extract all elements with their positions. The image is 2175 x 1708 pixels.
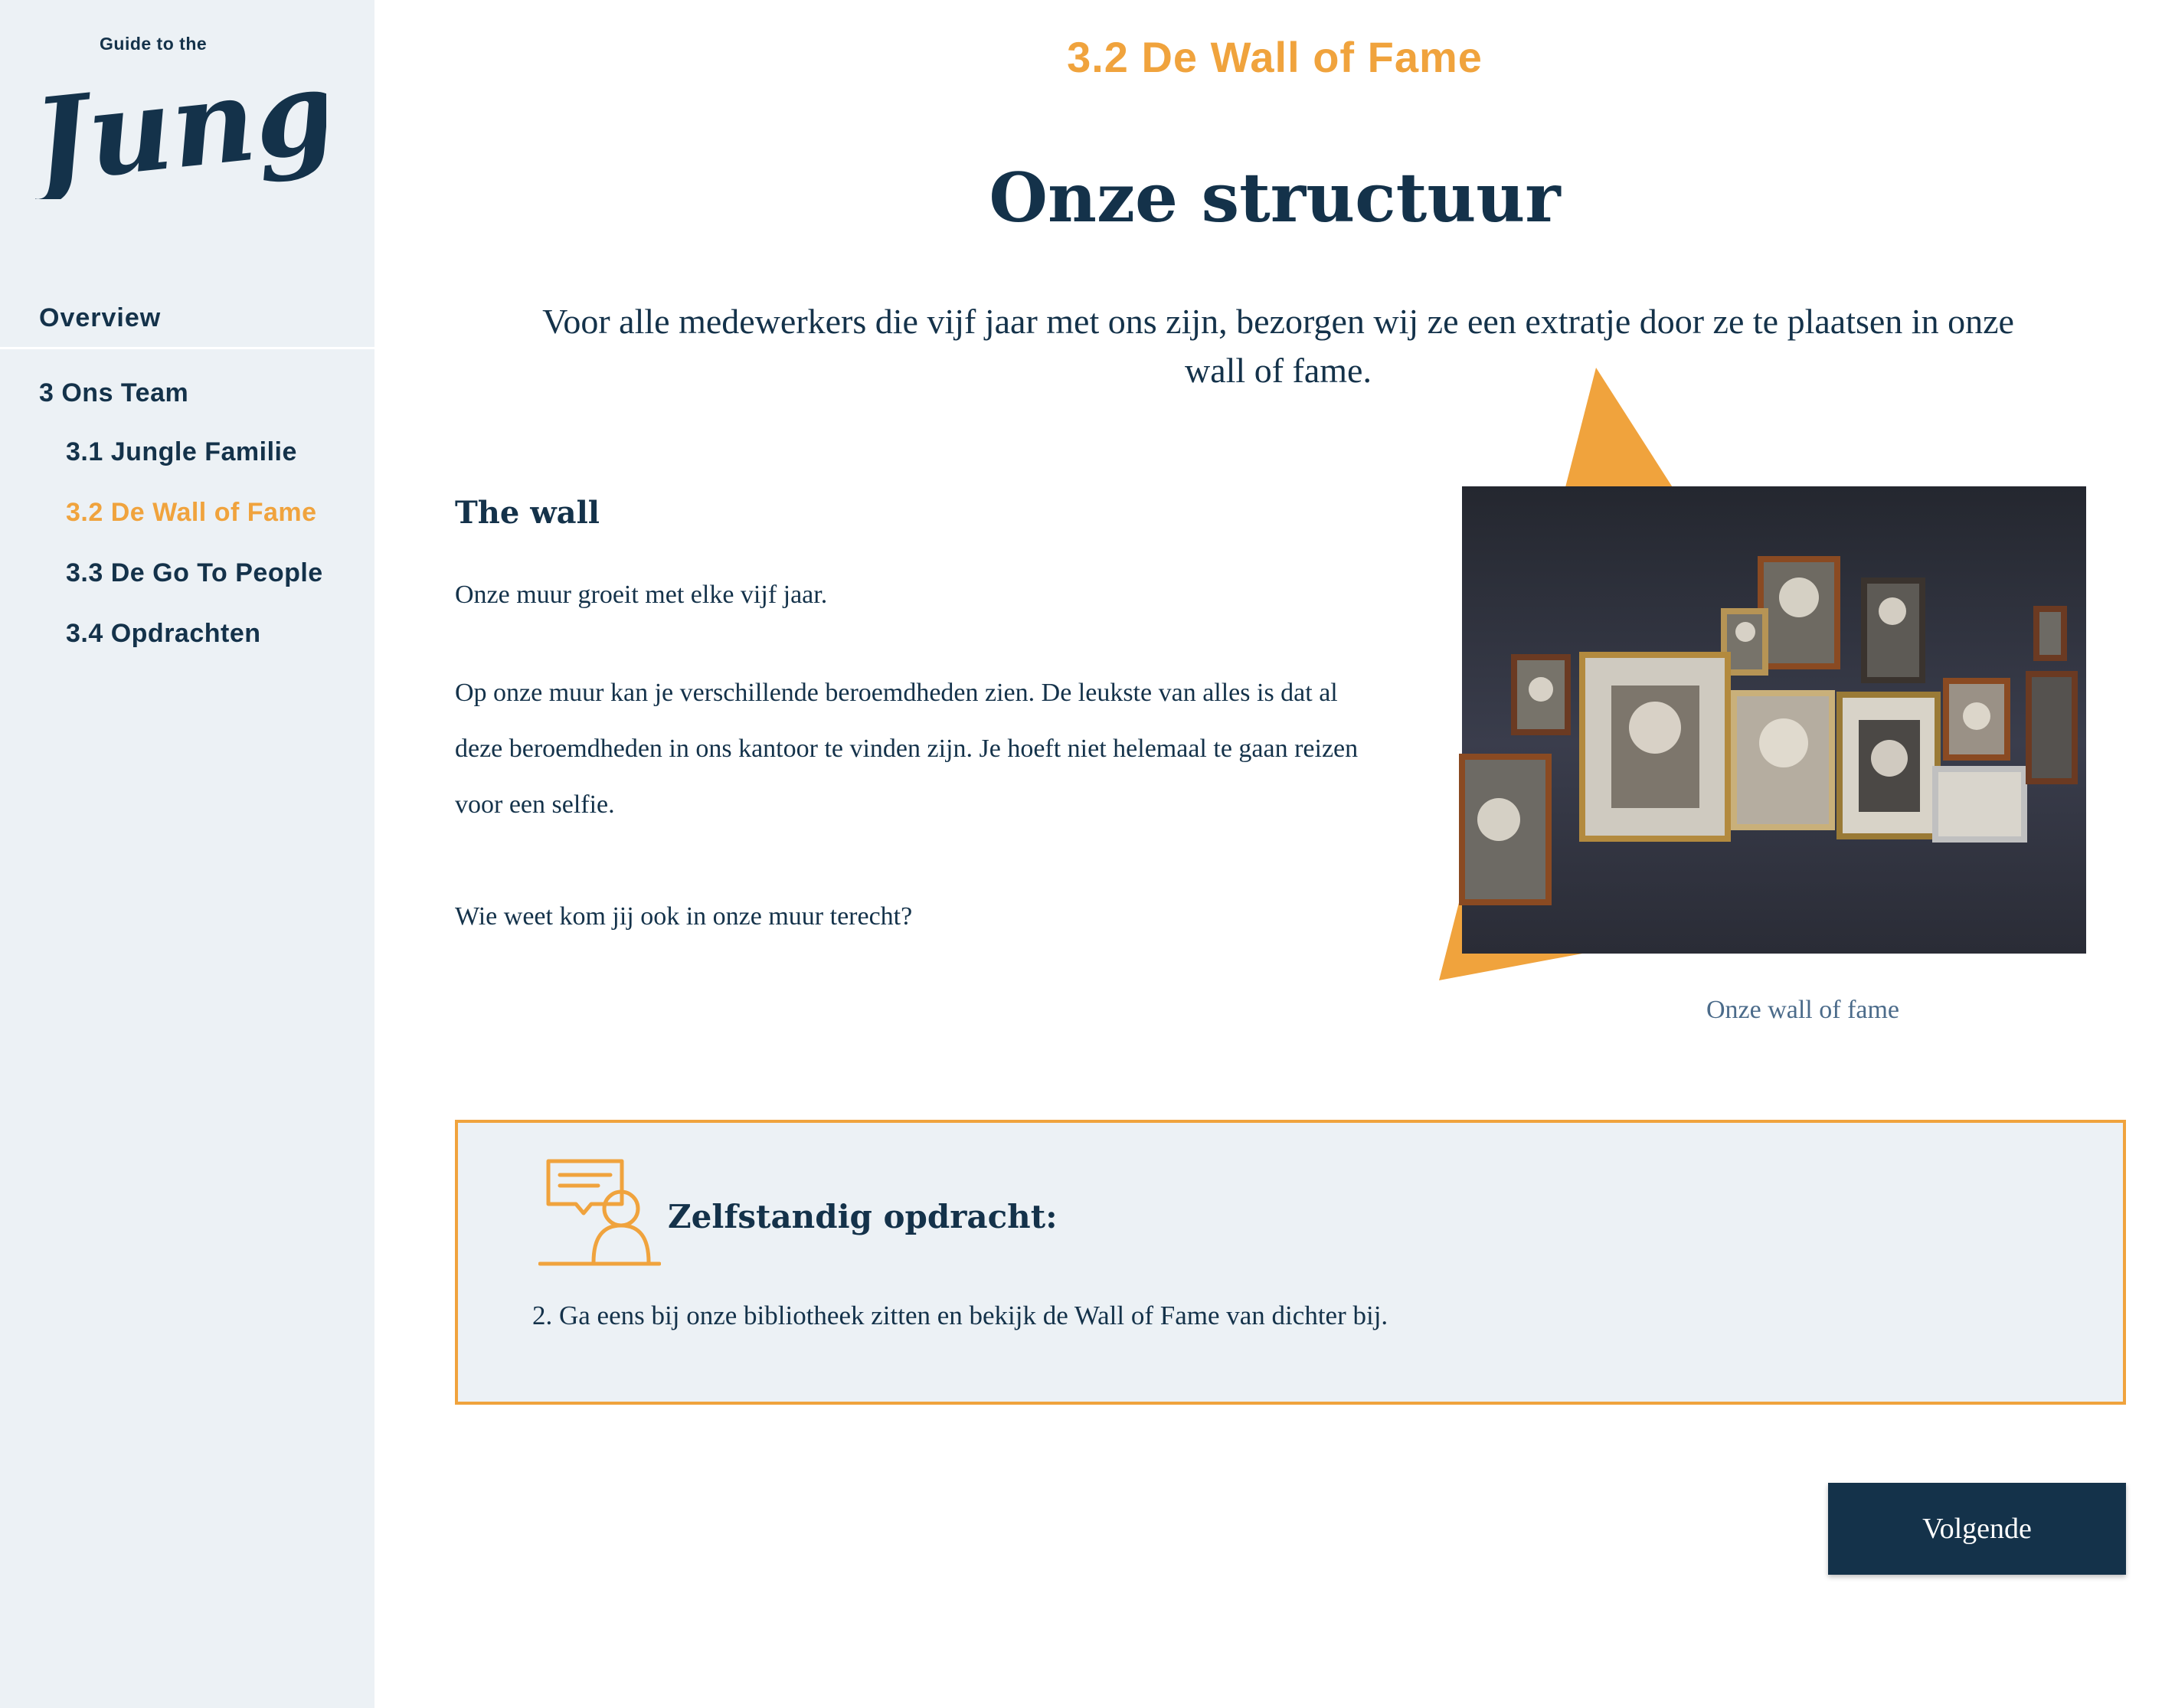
nav-item-jungle-familie[interactable]: 3.1 Jungle Familie	[0, 422, 374, 483]
person-chat-icon	[538, 1159, 661, 1266]
section-kicker: 3.2 De Wall of Fame	[1067, 33, 1483, 81]
sidebar-nav: Overview 3 Ons Team 3.1 Jungle Familie 3…	[0, 291, 374, 664]
main-content: 3.2 De Wall of Fame Onze structuur Voor …	[374, 0, 2175, 1708]
wall-of-fame-image	[1439, 368, 2086, 980]
assignment-box: Zelfstandig opdracht: 2. Ga eens bij onz…	[455, 1120, 2126, 1405]
nav-item-opdrachten[interactable]: 3.4 Opdrachten	[0, 604, 374, 664]
assignment-text: 2. Ga eens bij onze bibliotheek zitten e…	[532, 1301, 1388, 1330]
assignment-heading: Zelfstandig opdracht:	[668, 1198, 1058, 1235]
page-title: Onze structuur	[989, 158, 1561, 237]
nav-item-wall-of-fame[interactable]: 3.2 De Wall of Fame	[0, 483, 374, 543]
nav-section-ons-team[interactable]: 3 Ons Team	[0, 349, 374, 422]
wall-of-fame-figure: Onze wall of fame	[1439, 368, 2167, 1057]
logo-wordmark-image: Jungle	[35, 31, 326, 199]
nav-item-go-to-people[interactable]: 3.3 De Go To People	[0, 543, 374, 604]
section-heading: The wall	[455, 495, 600, 531]
paragraph-3: Wie weet kom jij ook in onze muur terech…	[455, 902, 913, 931]
next-button[interactable]: Volgende	[1828, 1483, 2126, 1575]
svg-text:Jungle: Jungle	[35, 31, 326, 199]
guide-to-the-jungle-logo[interactable]: Guide to the Jungle	[35, 31, 326, 199]
image-caption: Onze wall of fame	[1706, 996, 1900, 1024]
nav-overview[interactable]: Overview	[0, 291, 374, 349]
paragraph-1: Onze muur groeit met elke vijf jaar.	[455, 581, 828, 609]
paragraph-2: Op onze muur kan je verschillende beroem…	[455, 679, 1359, 819]
sidebar: Guide to the Jungle Overview 3 Ons Team …	[0, 0, 374, 1708]
